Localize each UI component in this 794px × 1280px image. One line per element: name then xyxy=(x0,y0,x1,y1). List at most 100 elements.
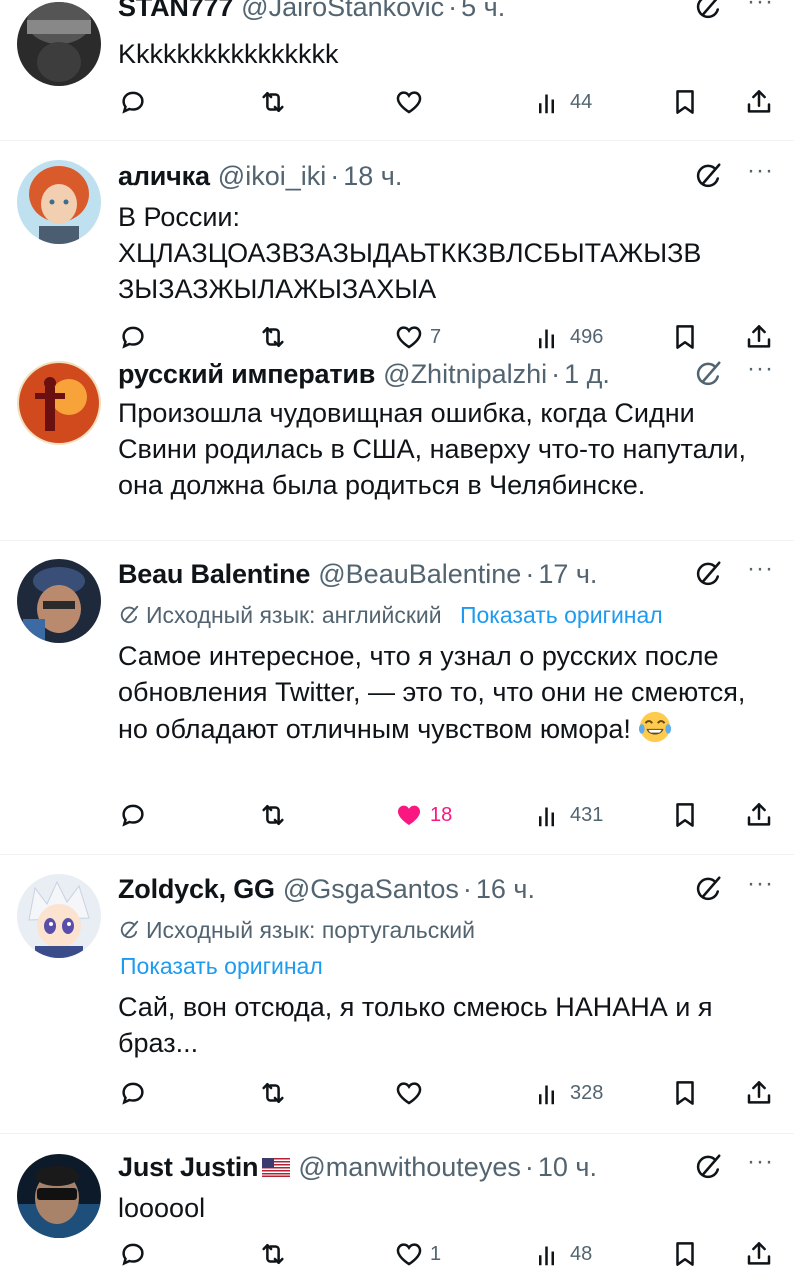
avatar[interactable] xyxy=(17,361,101,445)
share-icon xyxy=(744,1078,774,1108)
show-original-link[interactable]: Показать оригинал xyxy=(120,949,323,983)
grok-icon[interactable] xyxy=(693,1152,723,1182)
grok-icon[interactable] xyxy=(693,874,723,904)
heart-icon xyxy=(394,1078,424,1108)
like-button[interactable] xyxy=(394,1073,430,1113)
grok-icon[interactable] xyxy=(693,359,723,389)
bookmark-icon xyxy=(670,87,700,117)
bookmark-icon xyxy=(670,1078,700,1108)
author-name[interactable]: Just Justin xyxy=(118,1152,259,1183)
views-button[interactable]: 44 xyxy=(534,82,592,122)
tweet-text: Произошла чудовищная ошибка, когда Сидни… xyxy=(118,398,747,500)
bookmark-button[interactable] xyxy=(670,1073,700,1113)
timestamp[interactable]: 10 ч. xyxy=(538,1152,597,1183)
bookmark-button[interactable] xyxy=(670,795,700,835)
avatar-image xyxy=(17,361,101,445)
avatar[interactable] xyxy=(17,160,101,244)
reply-button[interactable] xyxy=(118,795,154,835)
views-icon xyxy=(534,87,564,117)
author-handle[interactable]: @GsgaSantos xyxy=(283,874,459,905)
grok-icon[interactable] xyxy=(693,0,723,22)
translation-source-label: Исходный язык: португальский xyxy=(146,917,475,943)
author-handle[interactable]: @ikoi_iki xyxy=(218,161,326,192)
bookmark-icon xyxy=(670,800,700,830)
share-icon xyxy=(744,87,774,117)
share-button[interactable] xyxy=(744,317,774,357)
bookmark-button[interactable] xyxy=(670,317,700,357)
like-button[interactable]: 18 xyxy=(394,795,452,835)
views-button[interactable]: 328 xyxy=(534,1073,603,1113)
retweet-button[interactable] xyxy=(258,1234,294,1274)
retweet-button[interactable] xyxy=(258,82,294,122)
tweet[interactable]: STAN777 @JairoStankovic · 5 ч. ··· Kkkkk… xyxy=(0,0,794,140)
more-options-icon[interactable]: ··· xyxy=(747,159,774,183)
author-name[interactable]: Beau Balentine xyxy=(118,559,310,590)
avatar[interactable] xyxy=(17,874,101,958)
author-name[interactable]: русский императив xyxy=(118,359,375,390)
tweet[interactable]: аличка @ikoi_iki · 18 ч. ··· В России: Х… xyxy=(0,141,794,351)
avatar[interactable] xyxy=(17,1154,101,1238)
retweet-button[interactable] xyxy=(258,317,294,357)
bookmark-button[interactable] xyxy=(670,82,700,122)
like-button[interactable]: 1 xyxy=(394,1234,441,1274)
bookmark-icon xyxy=(670,1239,700,1269)
reply-button[interactable] xyxy=(118,1234,154,1274)
grok-icon[interactable] xyxy=(693,161,723,191)
retweet-button[interactable] xyxy=(258,795,294,835)
timestamp[interactable]: 16 ч. xyxy=(476,874,535,905)
share-button[interactable] xyxy=(744,1073,774,1113)
more-options-icon[interactable]: ··· xyxy=(747,557,774,581)
separator-dot: · xyxy=(551,358,561,389)
retweet-button[interactable] xyxy=(258,1073,294,1113)
avatar[interactable] xyxy=(17,2,101,86)
us-flag-icon xyxy=(262,1157,291,1177)
timestamp[interactable]: 17 ч. xyxy=(538,559,597,590)
heart-icon xyxy=(394,87,424,117)
views-button[interactable]: 431 xyxy=(534,795,603,835)
author-handle[interactable]: @Zhitnipalzhi xyxy=(383,359,547,390)
author-name[interactable]: аличка xyxy=(118,161,210,192)
views-button[interactable]: 496 xyxy=(534,317,603,357)
author-handle[interactable]: @manwithouteyes xyxy=(298,1152,521,1183)
tears-of-joy-emoji-icon xyxy=(639,711,672,743)
show-original-link[interactable]: Показать оригинал xyxy=(460,602,663,628)
views-icon xyxy=(534,1239,564,1269)
timestamp[interactable]: 18 ч. xyxy=(343,161,402,192)
share-button[interactable] xyxy=(744,82,774,122)
bookmark-button[interactable] xyxy=(670,1234,700,1274)
more-options-icon[interactable]: ··· xyxy=(747,357,774,381)
author-handle[interactable]: @BeauBalentine xyxy=(318,559,521,590)
translation-source-label: Исходный язык: английский xyxy=(146,602,442,628)
author-handle[interactable]: @JairoStankovic xyxy=(241,0,444,23)
more-options-icon[interactable]: ··· xyxy=(747,1150,774,1174)
timestamp[interactable]: 1 д. xyxy=(564,359,610,390)
share-button[interactable] xyxy=(744,795,774,835)
timestamp[interactable]: 5 ч. xyxy=(461,0,505,23)
reply-button[interactable] xyxy=(118,317,154,357)
retweet-icon xyxy=(258,322,288,352)
share-button[interactable] xyxy=(744,1234,774,1274)
tweet[interactable]: Zoldyck, GG @GsgaSantos · 16 ч. ··· Исхо… xyxy=(0,855,794,1133)
author-name[interactable]: STAN777 xyxy=(118,0,233,23)
grok-icon[interactable] xyxy=(693,559,723,589)
tweet[interactable]: русский императив @Zhitnipalzhi · 1 д. ·… xyxy=(0,355,794,540)
tweet-text: Kkkkkkkkkkkkkkkk xyxy=(118,39,339,69)
more-options-icon[interactable]: ··· xyxy=(747,0,774,14)
avatar[interactable] xyxy=(17,559,101,643)
tweet[interactable]: Just Justin @manwithouteyes · 10 ч. ··· … xyxy=(0,1134,794,1280)
like-button[interactable] xyxy=(394,82,430,122)
views-button[interactable]: 48 xyxy=(534,1234,592,1274)
tweet-text: loooool xyxy=(118,1193,206,1223)
more-options-icon[interactable]: ··· xyxy=(747,872,774,896)
reply-button[interactable] xyxy=(118,82,154,122)
like-button[interactable]: 7 xyxy=(394,317,441,357)
reply-icon xyxy=(118,1239,148,1269)
views-icon xyxy=(534,800,564,830)
translation-notice: Исходный язык: португальский xyxy=(118,913,772,947)
retweet-icon xyxy=(258,1239,288,1269)
share-icon xyxy=(744,1239,774,1269)
tweet[interactable]: Beau Balentine @BeauBalentine · 17 ч. ··… xyxy=(0,541,794,854)
tweet-text: В России: ХЦЛАЗЦОАЗВЗАЗЫДАЬТККЗВЛСБЫТАЖЫ… xyxy=(118,202,702,304)
reply-button[interactable] xyxy=(118,1073,154,1113)
author-name[interactable]: Zoldyck, GG xyxy=(118,874,275,905)
